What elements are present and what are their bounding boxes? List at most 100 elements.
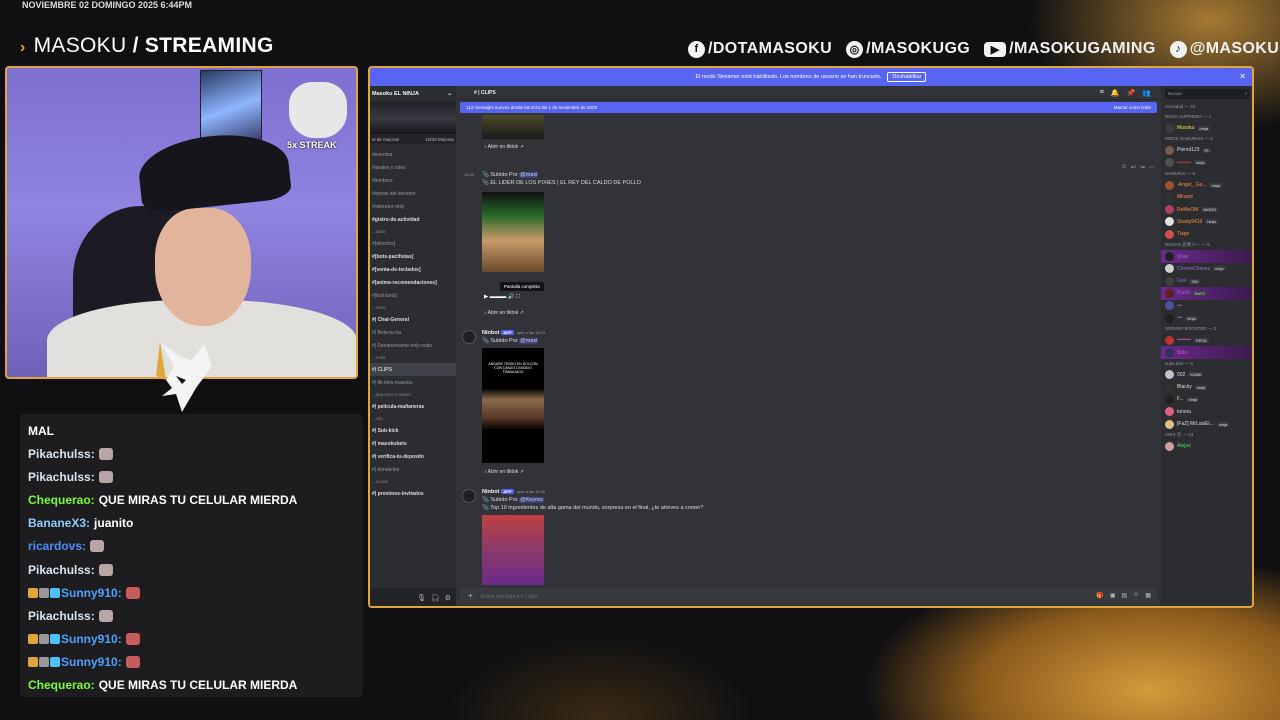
apps-icon[interactable]: ▦ — [1145, 592, 1151, 599]
member-item[interactable]: ••• — [1161, 300, 1252, 312]
chat-username[interactable]: Pikachulss: — [28, 563, 95, 577]
member-item[interactable]: Blacky ninja — [1161, 381, 1252, 393]
member-item[interactable]: •••••••• ninja — [1161, 157, 1252, 169]
new-messages-bar[interactable]: 113 mensajes nuevos desde las 8:23 del 1… — [460, 102, 1157, 113]
open-tiktok-link[interactable]: ♪ Abrir en tiktok ↗ — [484, 144, 524, 150]
message-author[interactable]: Ninbot APP ayer a las 16:36 — [482, 489, 545, 495]
user-mention[interactable]: @Keyres — [519, 497, 544, 503]
mark-read-button[interactable]: Marcar como leído — [1114, 105, 1151, 110]
channel-item[interactable]: # | proximos-invitados — [370, 487, 456, 500]
chat-username[interactable]: Pikachulss: — [28, 609, 95, 623]
member-item[interactable]: Shae — [1161, 250, 1252, 263]
member-item[interactable]: Tiago — [1161, 228, 1252, 240]
member-item[interactable]: •••••••• FERA — [1161, 334, 1252, 346]
channel-item[interactable]: # [test-bots] — [370, 289, 456, 302]
volume-icon[interactable]: 🔊 — [508, 294, 515, 300]
message-author[interactable]: Ninbot APP ayer a las 18:23 — [482, 330, 545, 336]
channel-category[interactable]: ⌄ rcidos — [370, 476, 456, 487]
bot-avatar[interactable] — [462, 330, 476, 344]
member-item[interactable]: ChemeChavez ninja — [1161, 263, 1252, 275]
bell-icon[interactable]: 🔔 — [1111, 89, 1120, 97]
chat-username[interactable]: Sunny910: — [61, 655, 122, 669]
user-mention[interactable]: @maxi — [519, 172, 539, 178]
channel-item[interactable]: # oderator-only — [370, 200, 456, 213]
threads-icon[interactable]: ⌗ — [1100, 89, 1104, 97]
chat-username[interactable]: BananeX3: — [28, 516, 90, 530]
channel-item[interactable]: # ejoras del servidor — [370, 187, 456, 200]
member-item[interactable]: Miracle — [1161, 191, 1252, 203]
member-item[interactable]: -Angel_ Ga... ninja — [1161, 179, 1252, 191]
member-item[interactable]: Solo — [1161, 346, 1252, 359]
channel-item[interactable]: # | pelicula-mañaneras — [370, 400, 456, 413]
search-input[interactable]: Buscar ⌕ — [1165, 89, 1250, 99]
channel-category[interactable]: ⌄ cito — [370, 413, 456, 424]
headphones-icon[interactable]: 🎧 — [431, 594, 440, 602]
channel-item[interactable]: # | Desahunrame-only-subs — [370, 339, 456, 352]
member-item[interactable]: F... ninja — [1161, 393, 1252, 405]
member-item[interactable]: Puchi RATZ — [1161, 287, 1252, 300]
chat-username[interactable]: Pikachulss: — [28, 447, 95, 461]
member-item[interactable]: Alejus — [1161, 440, 1252, 452]
close-icon[interactable]: ✕ — [1239, 72, 1246, 81]
channel-item[interactable]: # eventos — [370, 148, 456, 161]
bot-avatar[interactable] — [462, 489, 476, 503]
microphone-icon[interactable]: 🎙 — [417, 594, 426, 602]
sticker-icon[interactable]: ▤ — [1122, 592, 1128, 599]
disable-streamer-button[interactable]: Deshabilitar — [887, 72, 927, 82]
chat-username[interactable]: Pikachulss: — [28, 470, 95, 484]
member-item[interactable]: Masoku ninja — [1161, 122, 1252, 134]
channel-item[interactable]: # gistro-de-actividad — [370, 213, 456, 226]
video-embed[interactable] — [482, 192, 544, 272]
emoji-icon[interactable]: ☺ — [1133, 592, 1139, 599]
reply-icon[interactable]: ↩ — [1131, 164, 1136, 171]
channel-item[interactable]: # [bots-pacifistas] — [370, 250, 456, 263]
channel-item[interactable]: # | verifica-tu-deposito — [370, 450, 456, 463]
message-input[interactable]: + Enviar mensaje a # | clips 🎁 ▣ ▤ ☺ ▦ — [460, 588, 1157, 602]
user-mention[interactable]: @maxi — [519, 338, 539, 344]
video-controls[interactable]: ▶ ▬▬▬ 🔊 ⛶ — [484, 294, 520, 301]
channel-category[interactable]: ⌄ DEPORTES-Y-TRAINER — [370, 389, 456, 400]
member-item[interactable]: Shady9419 ninja — [1161, 216, 1252, 228]
play-icon[interactable]: ▶ — [484, 294, 488, 300]
channel-item[interactable]: # | Sub-kick — [370, 424, 456, 437]
member-item[interactable]: Grei ZIN — [1161, 275, 1252, 287]
channel-item[interactable]: # | Chat-General — [370, 313, 456, 326]
channel-item[interactable]: # iembros — [370, 174, 456, 187]
chat-username[interactable]: Chequerao: — [28, 678, 95, 692]
add-attachment-icon[interactable]: + — [468, 591, 473, 600]
reaction-icon[interactable]: ☺ — [1121, 164, 1127, 171]
channel-item[interactable]: # [anime-recomendaciones] — [370, 276, 456, 289]
member-item[interactable]: Pierxd123 PL — [1161, 144, 1252, 156]
more-icon[interactable]: ⋯ — [1149, 164, 1155, 171]
member-item[interactable]: 002 KAIMI — [1161, 369, 1252, 381]
channel-item[interactable]: # | Bota-tu-Ira — [370, 326, 456, 339]
channel-item[interactable]: # | donatelos — [370, 463, 456, 476]
channel-item[interactable]: # | masokubets — [370, 437, 456, 450]
channel-item[interactable]: # | CLIPS — [370, 363, 456, 376]
channel-item[interactable]: # | tik-toks-masoku — [370, 376, 456, 389]
chat-username[interactable]: ricardovs: — [28, 539, 86, 553]
forward-icon[interactable]: ↪ — [1140, 164, 1145, 171]
pin-icon[interactable]: 📌 — [1127, 89, 1136, 97]
channel-item[interactable]: # anales y roles — [370, 161, 456, 174]
members-icon[interactable]: 👥 — [1142, 89, 1151, 97]
open-tiktok-link[interactable]: ♪ Abrir en tiktok ↗ — [484, 469, 524, 475]
boost-progress[interactable]: el de mejoras 10/20 Mejoras — [370, 134, 456, 144]
gear-icon[interactable]: ⚙ — [445, 594, 451, 602]
video-embed[interactable] — [482, 115, 544, 139]
video-embed[interactable] — [482, 515, 544, 585]
channel-item[interactable]: # [directos] — [370, 237, 456, 250]
video-embed[interactable]: ANDARE TENSO EN SOLCON CON DANZO DIVIDID… — [482, 348, 544, 463]
member-item[interactable]: RoMeOM NINDO — [1161, 203, 1252, 215]
open-tiktok-link[interactable]: ♪ Abrir en tiktok ↗ — [484, 310, 524, 316]
gif-icon[interactable]: ▣ — [1110, 592, 1116, 599]
chat-username[interactable]: Sunny910: — [61, 586, 122, 600]
member-item[interactable]: [FaZ] MrLuisEl... ninja — [1161, 418, 1252, 430]
fullscreen-icon[interactable]: ⛶ — [516, 294, 520, 300]
guild-header[interactable]: Masoku EL NINJA ⌄ — [370, 86, 456, 102]
channel-category[interactable]: ⌄ ados — [370, 226, 456, 237]
channel-item[interactable]: # [venta-de-teclados] — [370, 263, 456, 276]
chat-username[interactable]: Sunny910: — [61, 632, 122, 646]
channel-category[interactable]: ⌄ neral — [370, 302, 456, 313]
chat-username[interactable]: Chequerao: — [28, 493, 95, 507]
